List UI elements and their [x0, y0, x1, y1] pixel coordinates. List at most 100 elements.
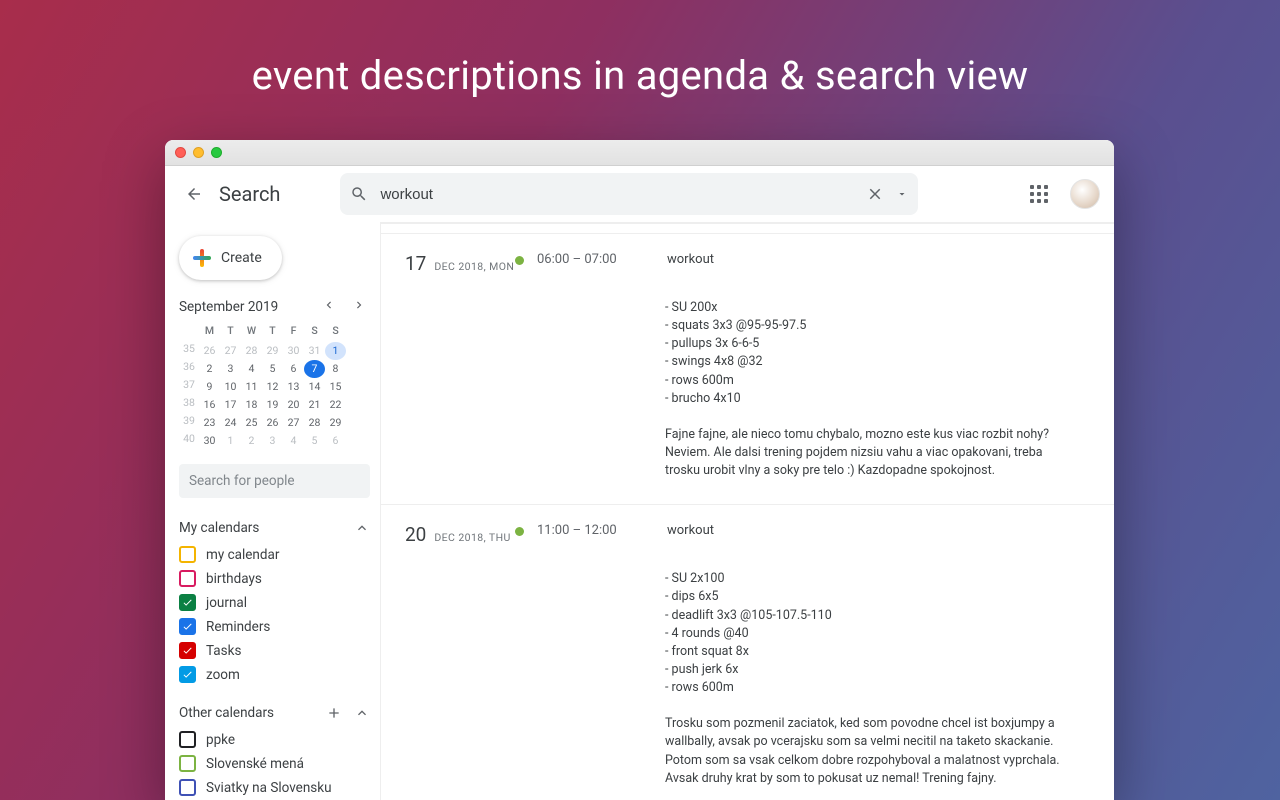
calendar-toggle-item[interactable]: Slovenské mená — [179, 755, 370, 772]
people-search-input[interactable]: Search for people — [179, 464, 370, 498]
other-calendars-header[interactable]: Other calendars — [179, 705, 370, 721]
search-options-button[interactable] — [896, 188, 908, 200]
checkbox[interactable] — [179, 642, 196, 659]
calendar-label: ppke — [206, 732, 235, 748]
checkbox[interactable] — [179, 731, 196, 748]
calendar-toggle-item[interactable]: birthdays — [179, 570, 370, 587]
checkbox[interactable] — [179, 546, 196, 563]
calendar-toggle-item[interactable]: journal — [179, 594, 370, 611]
checkbox[interactable] — [179, 666, 196, 683]
calendar-toggle-item[interactable]: Tasks — [179, 642, 370, 659]
minicalendar-day[interactable]: 2 — [199, 360, 220, 378]
create-button[interactable]: Create — [179, 236, 282, 280]
minicalendar-day[interactable]: 29 — [325, 414, 346, 432]
minicalendar-prev[interactable] — [318, 296, 340, 318]
minicalendar-day[interactable]: 8 — [325, 360, 346, 378]
plus-icon[interactable] — [326, 705, 342, 721]
checkbox[interactable] — [179, 570, 196, 587]
window-close-button[interactable] — [175, 147, 186, 158]
minicalendar-day[interactable]: 1 — [325, 342, 346, 360]
minicalendar-day[interactable]: 30 — [199, 432, 220, 450]
calendar-toggle-item[interactable]: zoom — [179, 666, 370, 683]
minicalendar-day[interactable]: 23 — [199, 414, 220, 432]
minicalendar-week-number: 39 — [179, 414, 199, 432]
minicalendar-day[interactable]: 15 — [325, 378, 346, 396]
minicalendar-day[interactable]: 9 — [199, 378, 220, 396]
app-toolbar: Search — [165, 166, 1114, 222]
minicalendar-day[interactable]: 6 — [283, 360, 304, 378]
minicalendar-day[interactable]: 7 — [304, 360, 325, 378]
chevron-right-icon — [352, 298, 366, 312]
window-minimize-button[interactable] — [193, 147, 204, 158]
window-zoom-button[interactable] — [211, 147, 222, 158]
minicalendar-weekday: T — [220, 324, 241, 342]
minicalendar-day[interactable]: 26 — [199, 342, 220, 360]
search-icon — [350, 185, 368, 203]
minicalendar-day[interactable]: 28 — [241, 342, 262, 360]
minicalendar-day[interactable]: 29 — [262, 342, 283, 360]
google-apps-button[interactable] — [1030, 185, 1048, 203]
minicalendar-day[interactable]: 26 — [262, 414, 283, 432]
event-time: 06:00 – 07:00 — [537, 252, 667, 275]
minicalendar-day[interactable]: 6 — [325, 432, 346, 450]
minicalendar-day[interactable]: 14 — [304, 378, 325, 396]
minicalendar-day[interactable]: 24 — [220, 414, 241, 432]
calendar-toggle-item[interactable]: ppke — [179, 731, 370, 748]
search-box[interactable] — [340, 173, 918, 215]
minicalendar-day[interactable]: 5 — [304, 432, 325, 450]
sidebar: Create September 2019 MTWTFSS35262728293… — [165, 222, 381, 800]
event-day-number: 17 — [405, 252, 426, 275]
calendar-toggle-item[interactable]: Sviatky na Slovensku — [179, 779, 370, 796]
minicalendar-week-number: 37 — [179, 378, 199, 396]
calendar-label: Reminders — [206, 619, 270, 635]
chevron-up-icon — [354, 705, 370, 721]
minicalendar-day[interactable]: 25 — [241, 414, 262, 432]
minicalendar-day[interactable]: 28 — [304, 414, 325, 432]
minicalendar-day[interactable]: 10 — [220, 378, 241, 396]
event-color-dot — [515, 256, 524, 265]
minicalendar-week-number: 35 — [179, 342, 199, 360]
calendar-toggle-item[interactable]: Reminders — [179, 618, 370, 635]
minicalendar-day[interactable]: 3 — [220, 360, 241, 378]
minicalendar-day[interactable]: 17 — [220, 396, 241, 414]
checkbox[interactable] — [179, 618, 196, 635]
my-calendars-header[interactable]: My calendars — [179, 520, 370, 536]
results-pane[interactable]: 17DEC 2018, MON06:00 – 07:00workout- SU … — [381, 222, 1114, 800]
calendar-toggle-item[interactable]: my calendar — [179, 546, 370, 563]
minicalendar-day[interactable]: 19 — [262, 396, 283, 414]
minicalendar-day[interactable]: 11 — [241, 378, 262, 396]
minicalendar-day[interactable]: 22 — [325, 396, 346, 414]
minicalendar-day[interactable]: 21 — [304, 396, 325, 414]
back-button[interactable] — [179, 185, 209, 203]
minicalendar-day[interactable]: 2 — [241, 432, 262, 450]
minicalendar-day[interactable]: 31 — [304, 342, 325, 360]
minicalendar-day[interactable]: 27 — [220, 342, 241, 360]
account-avatar[interactable] — [1070, 179, 1100, 209]
minicalendar-day[interactable]: 4 — [283, 432, 304, 450]
minicalendar-day[interactable]: 3 — [262, 432, 283, 450]
minicalendar-week-number: 40 — [179, 432, 199, 450]
search-result-row[interactable]: 17DEC 2018, MON06:00 – 07:00workout- SU … — [381, 233, 1114, 504]
arrow-left-icon — [185, 185, 203, 203]
minicalendar-day[interactable]: 30 — [283, 342, 304, 360]
calendar-label: zoom — [206, 667, 240, 683]
minicalendar-day[interactable]: 5 — [262, 360, 283, 378]
minicalendar-day[interactable]: 1 — [220, 432, 241, 450]
minicalendar-day[interactable]: 20 — [283, 396, 304, 414]
minicalendar-day[interactable]: 18 — [241, 396, 262, 414]
apps-grid-icon — [1030, 185, 1048, 203]
minicalendar-next[interactable] — [348, 296, 370, 318]
minicalendar-day[interactable]: 13 — [283, 378, 304, 396]
minicalendar-day[interactable]: 16 — [199, 396, 220, 414]
checkbox[interactable] — [179, 779, 196, 796]
close-icon — [866, 185, 884, 203]
checkbox[interactable] — [179, 755, 196, 772]
chevron-up-icon — [354, 520, 370, 536]
minicalendar-day[interactable]: 27 — [283, 414, 304, 432]
checkbox[interactable] — [179, 594, 196, 611]
minicalendar-day[interactable]: 12 — [262, 378, 283, 396]
search-result-row[interactable]: 20DEC 2018, THU11:00 – 12:00workout- SU … — [381, 504, 1114, 800]
clear-search-button[interactable] — [866, 185, 884, 203]
search-input[interactable] — [380, 186, 854, 203]
minicalendar-day[interactable]: 4 — [241, 360, 262, 378]
